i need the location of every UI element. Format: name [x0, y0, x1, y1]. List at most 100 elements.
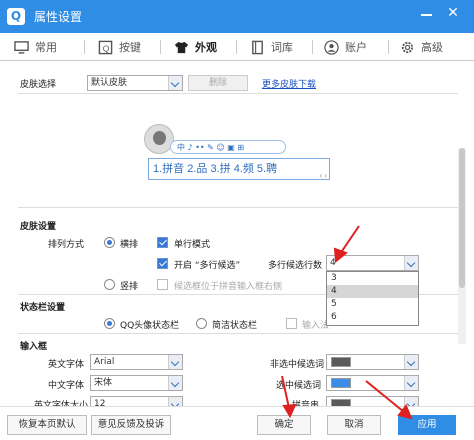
candidate-window-preview: 1.拼音 2.品 3.拼 4.频 5.聘 ‹ ›	[148, 158, 330, 180]
page-nav-icon: ‹ ›	[319, 171, 327, 180]
input-box-heading: 输入框	[20, 342, 48, 352]
chevron-down-icon	[168, 355, 182, 369]
pinyin-color-picker[interactable]	[326, 396, 419, 406]
scrollbar-thumb[interactable]	[459, 148, 465, 288]
rows-option[interactable]: 3	[327, 272, 418, 285]
more-skins-link[interactable]: 更多皮肤下载	[262, 77, 316, 90]
chevron-down-icon	[404, 397, 418, 406]
rows-option[interactable]: 4	[327, 285, 418, 298]
cn-font-dropdown[interactable]: 宋体	[90, 375, 183, 391]
minimize-button[interactable]	[420, 6, 434, 20]
toolbar-icons: 中 ♪ •• ✎ ☺ ▣ ⊞	[177, 142, 245, 152]
tab-advanced[interactable]: 高级	[400, 33, 443, 61]
en-font-dropdown[interactable]: Arial	[90, 354, 183, 370]
simple-status-radio[interactable]	[196, 318, 207, 329]
en-size-dropdown[interactable]: 12	[90, 396, 183, 406]
qq-avatar-status-radio[interactable]	[104, 318, 115, 329]
window-title: 属性设置	[34, 10, 83, 24]
user-icon	[324, 39, 339, 55]
unselected-color-picker[interactable]	[326, 354, 419, 370]
tab-label: 词库	[271, 42, 293, 54]
chevron-down-icon	[168, 397, 182, 406]
gear-icon	[401, 41, 414, 53]
tab-label: 按键	[119, 42, 141, 54]
chevron-down-icon	[404, 256, 418, 270]
tab-divider	[312, 40, 313, 54]
en-font-label: 英文字体	[48, 360, 85, 370]
tab-divider	[160, 40, 161, 54]
horizontal-radio[interactable]	[104, 237, 115, 248]
tab-bar: 常用 Q 按键 外观 词库 账户 高级	[0, 33, 474, 61]
pinyin-color-swatch	[331, 399, 351, 406]
tab-divider	[84, 40, 85, 54]
skin-settings-heading: 皮肤设置	[20, 222, 57, 232]
qq-logo-icon: Q	[7, 8, 25, 25]
multi-candidate-label: 开启 “多行候选”	[174, 261, 241, 271]
vertical-label: 竖排	[120, 282, 139, 292]
monitor-icon	[14, 40, 29, 54]
status-toolbar-preview: 中 ♪ •• ✎ ☺ ▣ ⊞	[170, 140, 286, 154]
skin-preview: 中 ♪ •• ✎ ☺ ▣ ⊞ 1.拼音 2.品 3.拼 4.频 5.聘 ‹ ›	[144, 124, 330, 182]
input-method-checkbox[interactable]	[286, 318, 297, 329]
skin-dropdown[interactable]: 默认皮肤	[87, 75, 183, 91]
vertical-radio[interactable]	[104, 279, 115, 290]
tab-label: 外观	[195, 42, 217, 54]
candidate-list: 1.拼音 2.品 3.拼 4.频 5.聘	[153, 163, 278, 175]
cn-font-label: 中文字体	[48, 381, 85, 391]
divider	[18, 93, 458, 94]
chevron-down-icon	[168, 376, 182, 390]
tab-label: 常用	[35, 42, 57, 54]
selected-color-picker[interactable]	[326, 375, 419, 391]
tab-account[interactable]: 账户	[324, 33, 367, 61]
divider	[18, 207, 458, 208]
settings-panel: 皮肤选择 默认皮肤 删除 更多皮肤下载 中 ♪ •• ✎ ☺ ▣ ⊞ 1.拼音 …	[0, 62, 474, 406]
feedback-button[interactable]: 意见反馈及投诉	[91, 415, 171, 435]
skin-selected-value: 默认皮肤	[91, 78, 128, 88]
rows-option[interactable]: 5	[327, 298, 418, 311]
tab-label: 高级	[421, 42, 443, 54]
multi-rows-label: 多行候选行数	[268, 261, 323, 271]
multi-rows-options: 3 4 5 6	[326, 271, 419, 326]
multi-rows-dropdown[interactable]: 4	[326, 255, 419, 271]
unselected-color-swatch	[331, 357, 351, 367]
close-button[interactable]: ✕	[445, 5, 461, 21]
single-line-label: 单行模式	[174, 240, 211, 250]
tab-dictionary[interactable]: 词库	[250, 33, 293, 61]
tab-label: 账户	[345, 42, 367, 54]
chevron-down-icon	[404, 376, 418, 390]
horizontal-label: 横排	[120, 240, 139, 250]
en-size-label: 英文字体大小	[34, 401, 89, 406]
input-method-label: 输入法	[302, 321, 330, 331]
simple-status-label: 简洁状态栏	[212, 321, 258, 331]
candidate-position-checkbox[interactable]	[157, 279, 168, 290]
en-font-value: Arial	[94, 357, 115, 367]
en-size-value: 12	[94, 399, 106, 406]
selected-color-label: 选中候选词	[276, 381, 322, 391]
cancel-button[interactable]: 取消	[327, 415, 381, 435]
cn-font-value: 宋体	[94, 378, 113, 388]
delete-skin-button[interactable]: 删除	[188, 75, 248, 91]
key-box-icon: Q	[98, 40, 113, 54]
rows-option[interactable]: 6	[327, 311, 418, 324]
status-bar-heading: 状态栏设置	[20, 303, 66, 313]
footer: 恢复本页默认 意见反馈及投诉 确定 取消 应用	[0, 406, 474, 440]
tab-divider	[236, 40, 237, 54]
pinyin-color-label: 拼音串	[292, 401, 320, 406]
ok-button[interactable]: 确定	[257, 415, 311, 435]
tab-keys[interactable]: Q 按键	[98, 33, 141, 61]
tab-appearance[interactable]: 外观	[174, 33, 217, 61]
title-bar: Q 属性设置 ✕	[0, 0, 474, 33]
qq-avatar-status-label: QQ头像状态栏	[120, 321, 180, 331]
apply-button[interactable]: 应用	[398, 415, 456, 435]
book-icon	[252, 40, 263, 54]
arrangement-label: 排列方式	[48, 240, 85, 250]
skin-select-label: 皮肤选择	[20, 80, 57, 90]
chevron-down-icon	[404, 355, 418, 369]
single-line-checkbox[interactable]	[157, 237, 168, 248]
multi-candidate-checkbox[interactable]	[157, 258, 168, 269]
divider	[18, 333, 458, 334]
tab-divider	[388, 40, 389, 54]
selected-color-swatch	[331, 378, 351, 388]
restore-defaults-button[interactable]: 恢复本页默认	[7, 415, 87, 435]
tab-general[interactable]: 常用	[14, 33, 57, 61]
